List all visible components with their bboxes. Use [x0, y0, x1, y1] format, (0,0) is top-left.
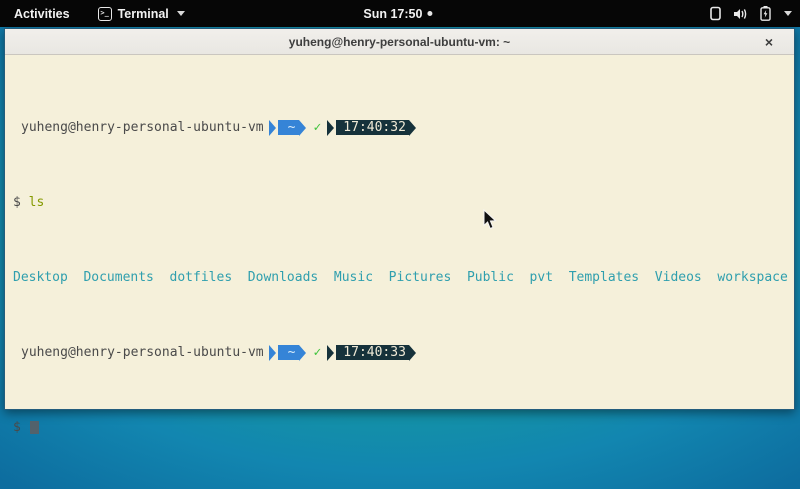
prompt-user: yuheng@henry-personal-ubuntu-vm: [13, 120, 264, 135]
activities-label: Activities: [14, 7, 70, 21]
network-icon: [709, 6, 722, 21]
prompt-symbol: $: [13, 195, 21, 210]
powerline-time-segment: 17:40:32: [327, 120, 416, 135]
cwd-label: ~: [278, 345, 300, 360]
prompt-line: yuheng@henry-personal-ubuntu-vm ~ ✓ 17:4…: [13, 345, 794, 360]
top-bar: Activities >_ Terminal Sun 17:50: [0, 0, 800, 27]
exit-status-check-icon: ✓: [313, 120, 321, 135]
clock-menu[interactable]: Sun 17:50: [363, 0, 432, 27]
window-titlebar[interactable]: yuheng@henry-personal-ubuntu-vm: ~ ×: [5, 29, 794, 55]
terminal-content[interactable]: yuheng@henry-personal-ubuntu-vm ~ ✓ 17:4…: [5, 55, 794, 480]
powerline-arrow-icon: [269, 345, 276, 361]
activities-button[interactable]: Activities: [0, 0, 84, 27]
command-text: ls: [29, 195, 45, 210]
battery-charging-icon: [760, 6, 771, 21]
terminal-window: yuheng@henry-personal-ubuntu-vm: ~ × yuh…: [4, 28, 795, 410]
input-line[interactable]: $: [13, 420, 794, 435]
powerline-arrow-icon: [299, 345, 306, 361]
powerline-arrow-icon: [269, 120, 276, 136]
powerline-arrow-icon: [327, 345, 334, 361]
app-menu[interactable]: >_ Terminal: [92, 0, 191, 27]
notification-dot: [427, 11, 432, 16]
terminal-icon: >_: [98, 7, 112, 21]
timestamp: 17:40:33: [336, 345, 409, 360]
powerline-cwd-segment: ~: [269, 345, 307, 360]
volume-icon: [733, 7, 749, 21]
terminal-cursor: [30, 421, 39, 434]
powerline-time-segment: 17:40:33: [327, 345, 416, 360]
powerline-arrow-icon: [409, 120, 416, 136]
chevron-down-icon: [177, 11, 185, 16]
chevron-down-icon: [784, 11, 792, 16]
command-line: $ ls: [13, 195, 794, 210]
ls-output: Desktop Documents dotfiles Downloads Mus…: [13, 270, 794, 285]
system-status-area[interactable]: [709, 0, 792, 27]
powerline-arrow-icon: [409, 345, 416, 361]
powerline-arrow-icon: [299, 120, 306, 136]
app-menu-label: Terminal: [118, 7, 169, 21]
desktop: Activities >_ Terminal Sun 17:50: [0, 0, 800, 489]
exit-status-check-icon: ✓: [313, 345, 321, 360]
close-button[interactable]: ×: [758, 29, 780, 55]
powerline-arrow-icon: [327, 120, 334, 136]
window-title: yuheng@henry-personal-ubuntu-vm: ~: [289, 35, 510, 49]
powerline-cwd-segment: ~: [269, 120, 307, 135]
cwd-label: ~: [278, 120, 300, 135]
prompt-line: yuheng@henry-personal-ubuntu-vm ~ ✓ 17:4…: [13, 120, 794, 135]
timestamp: 17:40:32: [336, 120, 409, 135]
prompt-user: yuheng@henry-personal-ubuntu-vm: [13, 345, 264, 360]
prompt-symbol: $: [13, 420, 21, 435]
clock-label: Sun 17:50: [363, 7, 422, 21]
